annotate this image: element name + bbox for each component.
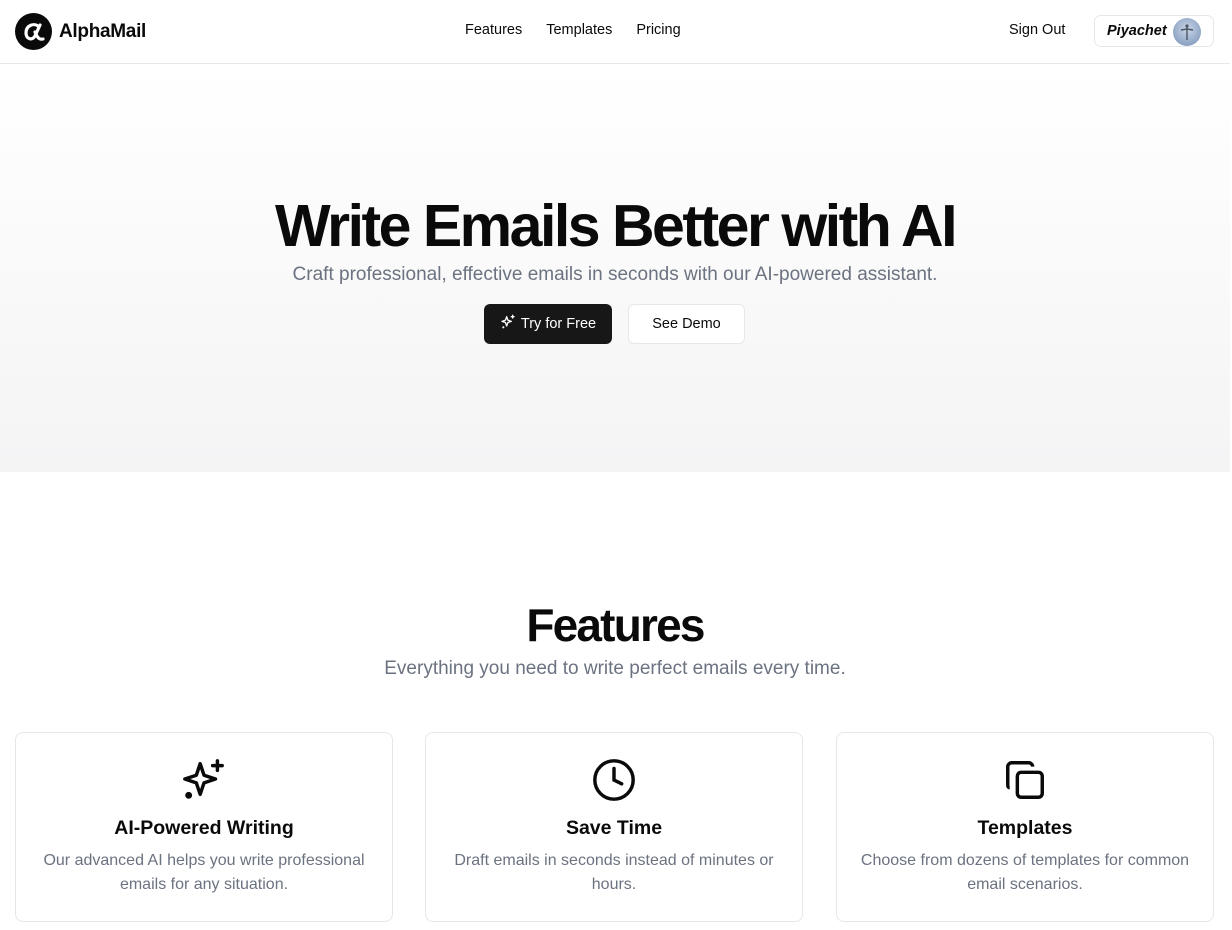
feature-card-description: Our advanced AI helps you write professi… xyxy=(43,852,365,893)
feature-card-templates: Templates Choose from dozens of template… xyxy=(836,732,1214,922)
copy-icon xyxy=(837,757,1213,803)
user-name: Piyachet xyxy=(1107,23,1167,39)
feature-card-description: Draft emails in seconds instead of minut… xyxy=(454,852,774,893)
brand-logo-link[interactable]: AlphaMail xyxy=(15,13,146,50)
nav-item-features[interactable]: Features xyxy=(465,22,522,38)
features-title: Features xyxy=(526,599,705,651)
feature-card-save-time: Save Time Draft emails in seconds instea… xyxy=(425,732,803,922)
feature-card-ai-writing: AI-Powered Writing Our advanced AI helps… xyxy=(15,732,393,922)
try-for-free-label: Try for Free xyxy=(520,316,597,332)
try-for-free-button[interactable]: Try for Free xyxy=(484,304,612,344)
site-header: AlphaMail Features Templates Pricing Sig… xyxy=(0,0,1230,64)
feature-card-title: Save Time xyxy=(565,817,663,839)
nav-item-templates[interactable]: Templates xyxy=(546,22,612,38)
features-subtitle: Everything you need to write perfect ema… xyxy=(384,658,846,679)
sparkles-icon xyxy=(16,757,392,803)
avatar xyxy=(1173,18,1201,46)
hero-title: Write Emails Better with AI xyxy=(275,193,958,259)
sign-out-link[interactable]: Sign Out xyxy=(1009,22,1065,38)
hero-subtitle: Craft professional, effective emails in … xyxy=(292,264,938,285)
brand-name: AlphaMail xyxy=(59,20,147,42)
feature-card-description: Choose from dozens of templates for comm… xyxy=(860,852,1190,893)
user-menu-button[interactable]: Piyachet xyxy=(1094,15,1214,47)
hero-section: Write Emails Better with AI Craft profes… xyxy=(0,64,1230,472)
feature-card-title: Templates xyxy=(977,817,1073,839)
feature-card-title: AI-Powered Writing xyxy=(114,817,294,839)
sparkles-icon xyxy=(500,314,516,334)
main-nav: Features Templates Pricing xyxy=(465,22,681,38)
nav-item-pricing[interactable]: Pricing xyxy=(636,22,680,38)
see-demo-label: See Demo xyxy=(652,316,721,332)
see-demo-button[interactable]: See Demo xyxy=(628,304,745,344)
alpha-logo-icon xyxy=(15,13,52,50)
clock-icon xyxy=(426,757,802,803)
